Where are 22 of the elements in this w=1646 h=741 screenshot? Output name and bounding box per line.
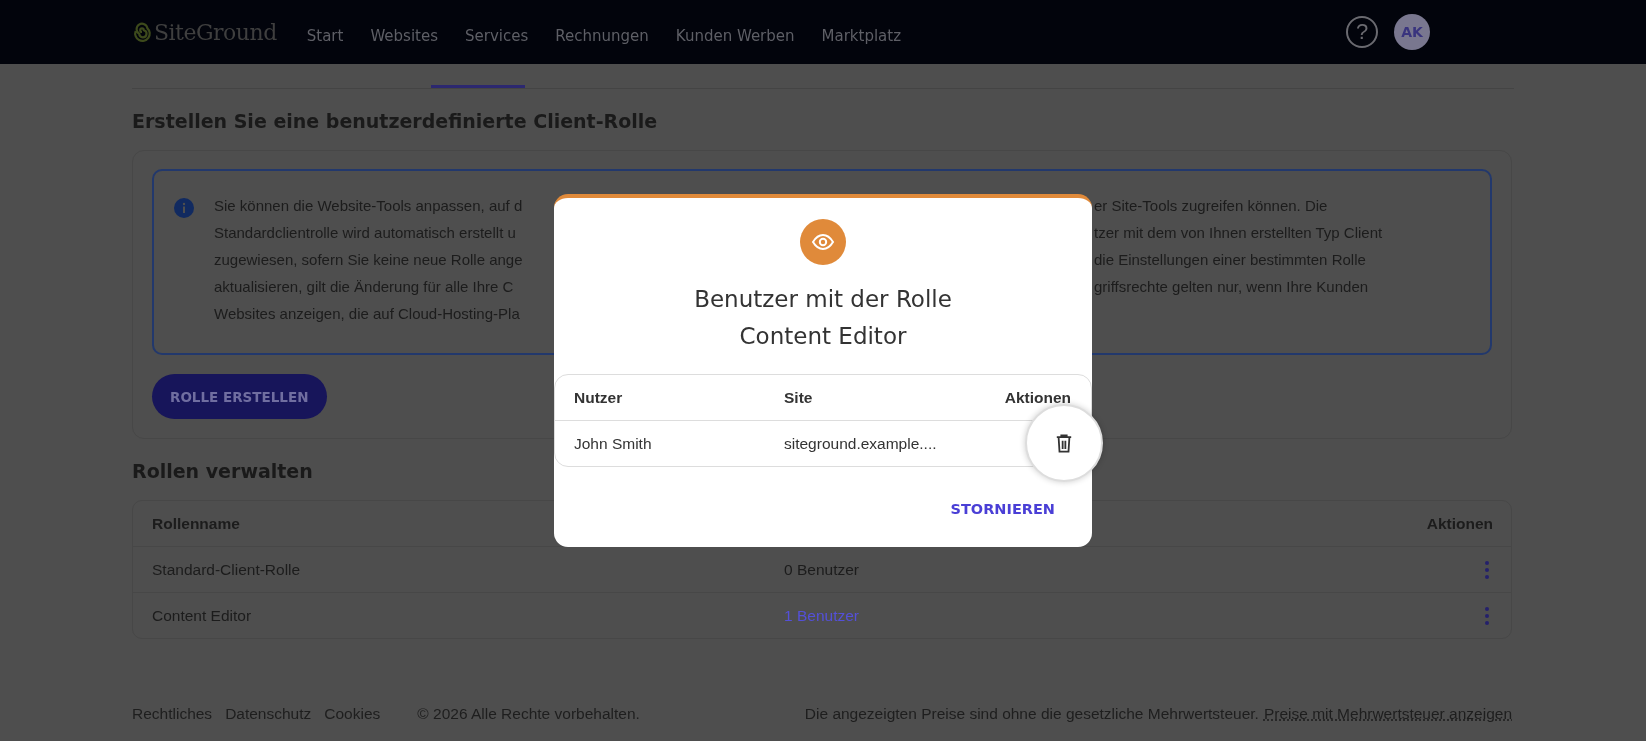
column-header: Nutzer (574, 388, 624, 407)
table-cell-text: John Smith (574, 434, 653, 453)
create-role-button[interactable]: ROLLE ERSTELLEN (152, 374, 327, 419)
column-header: Site (784, 388, 813, 407)
dialog-title: Benutzer mit der Rolle Content Editor (694, 285, 952, 351)
table-cell: siteground.example.... (784, 434, 937, 453)
nav-link[interactable]: Services (465, 27, 529, 45)
nav-link[interactable]: Websites (370, 27, 438, 45)
nav-link[interactable]: Start (306, 27, 344, 45)
eye-icon (800, 219, 846, 265)
cancel-button[interactable]: STORNIEREN (950, 497, 1055, 521)
column-header: Aktionen (1004, 388, 1071, 407)
nav-link[interactable]: Rechnungen (555, 27, 649, 45)
nav-link[interactable]: Kunden Werben (675, 27, 795, 45)
help-button[interactable]: ? (1346, 16, 1378, 48)
nav-link[interactable]: Marktplatz (821, 27, 902, 45)
logo[interactable]: SiteGround (154, 19, 277, 45)
trash-icon (1055, 432, 1073, 454)
delete-button[interactable] (1025, 404, 1103, 482)
info-icon (174, 198, 194, 218)
spiral-icon (132, 21, 152, 43)
avatar[interactable]: AK (1394, 14, 1430, 50)
